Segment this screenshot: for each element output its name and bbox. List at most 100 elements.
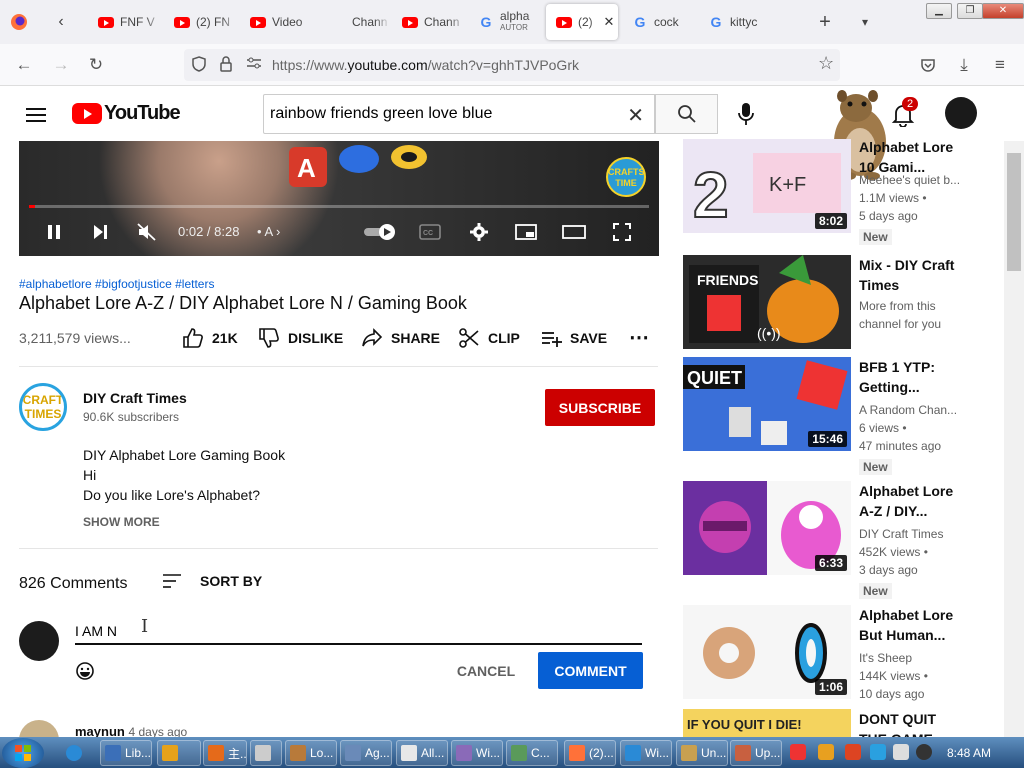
pause-icon[interactable]	[41, 219, 67, 245]
video-hashtags[interactable]: #alphabetlore #bigfootjustice #letters	[19, 277, 214, 291]
dislike-button[interactable]: DISLIKE	[258, 327, 343, 349]
browser-tab[interactable]: (2) ✕	[546, 4, 618, 40]
recommended-video[interactable]: 6:33 Alphabet Lore A-Z / DIY... DIY Craft …	[683, 481, 1013, 599]
like-button[interactable]: 21K	[182, 327, 238, 349]
recommended-video[interactable]: 2 K+F 8:02 Alphabet Lore 10 Gami... Meehee's…	[683, 139, 1013, 245]
recommended-title[interactable]: Alphabet Lore But Human...	[859, 605, 959, 645]
recommended-title[interactable]: BFB 1 YTP: Getting...	[859, 357, 959, 397]
tray-flag-icon[interactable]	[845, 744, 861, 760]
microphone-icon[interactable]	[734, 101, 758, 127]
minimize-icon[interactable]: ▁	[926, 3, 952, 19]
more-actions-icon[interactable]: ⋯	[629, 325, 649, 350]
app-menu-icon[interactable]: ≡	[988, 53, 1012, 77]
close-tab-icon[interactable]: ✕	[600, 14, 618, 30]
taskbar-window[interactable]: C...	[506, 740, 558, 766]
taskbar-window[interactable]: Ag...	[340, 740, 392, 766]
video-thumbnail[interactable]: IF YOU QUIT I DIE!	[683, 709, 851, 737]
url-text[interactable]: https://www.youtube.com/watch?v=ghhTJVPo…	[272, 57, 579, 73]
taskbar-window[interactable]: All...	[396, 740, 448, 766]
search-button[interactable]	[655, 94, 718, 134]
recommended-video[interactable]: 1:06 Alphabet Lore But Human... It's Sheep…	[683, 605, 1013, 705]
taskbar-window[interactable]	[157, 740, 201, 766]
recommended-channel[interactable]: Meehee's quiet b...	[859, 171, 959, 189]
browser-tab[interactable]: Video	[240, 4, 318, 40]
taskbar-window[interactable]: (2)...	[564, 740, 616, 766]
lock-icon[interactable]	[220, 56, 232, 75]
url-bar[interactable]: https://www.youtube.com/watch?v=ghhTJVPo…	[184, 49, 840, 81]
tray-display-icon[interactable]	[893, 744, 909, 760]
recommended-video[interactable]: IF YOU QUIT I DIE! DONT QUIT THE GAME	[683, 709, 1013, 737]
theater-mode-icon[interactable]	[561, 219, 587, 245]
clip-button[interactable]: CLIP	[458, 327, 520, 349]
taskbar-window[interactable]: Up...	[730, 740, 782, 766]
video-thumbnail[interactable]: 6:33	[683, 481, 851, 575]
chapter-button[interactable]: • A ›	[257, 224, 280, 239]
browser-tab[interactable]: Gkittyc	[698, 4, 776, 40]
clear-search-icon[interactable]: ✕	[627, 103, 644, 128]
comment-submit-button[interactable]: COMMENT	[538, 652, 643, 689]
taskbar-window[interactable]	[250, 740, 282, 766]
bookmark-star-icon[interactable]: ☆	[818, 53, 834, 74]
browser-tab[interactable]: FNF V	[88, 4, 162, 40]
new-tab-icon[interactable]: +	[810, 7, 840, 37]
list-tabs-icon[interactable]: ▾	[850, 7, 880, 37]
cancel-button[interactable]: CANCEL	[447, 653, 525, 688]
search-input[interactable]	[264, 95, 604, 133]
maximize-icon[interactable]: ❐	[957, 3, 983, 19]
emoji-icon[interactable]	[75, 661, 95, 681]
progress-bar[interactable]	[29, 205, 649, 208]
forward-icon[interactable]: →	[49, 53, 73, 77]
tray-search-icon[interactable]	[818, 744, 834, 760]
recommended-title[interactable]: Alphabet Lore A-Z / DIY...	[859, 481, 959, 521]
browser-tab[interactable]: Chann	[320, 4, 390, 40]
taskbar-window[interactable]: 主...	[203, 740, 247, 766]
channel-watermark[interactable]: CRAFTS TIME	[606, 157, 646, 197]
browser-tab[interactable]: (2) FN	[164, 4, 238, 40]
tray-network-icon[interactable]	[870, 744, 886, 760]
scrollbar-thumb[interactable]	[1007, 153, 1021, 271]
settings-gear-icon[interactable]	[466, 219, 492, 245]
miniplayer-icon[interactable]	[513, 219, 539, 245]
browser-tab[interactable]: Galpha AUTOR	[468, 4, 544, 40]
recommended-channel[interactable]: It's Sheep	[859, 649, 959, 667]
recommended-video[interactable]: FRIENDS ((•)) Mix - DIY Craft Times More fr…	[683, 255, 1013, 355]
autoplay-toggle[interactable]	[363, 219, 399, 245]
taskbar-window[interactable]: Un...	[676, 740, 728, 766]
pocket-icon[interactable]	[916, 53, 940, 77]
taskbar-window[interactable]: Wi...	[451, 740, 503, 766]
video-player[interactable]: A CRAFTS TIME 0:02 / 8:28 • A › CC	[19, 141, 659, 256]
recommended-title[interactable]: DONT QUIT THE GAME	[859, 709, 959, 737]
reload-icon[interactable]: ↻	[84, 53, 108, 77]
save-button[interactable]: SAVE	[540, 327, 607, 349]
recommended-channel[interactable]: DIY Craft Times	[859, 525, 959, 543]
comment-input[interactable]	[75, 619, 642, 645]
youtube-logo[interactable]: YouTube	[72, 102, 181, 125]
browser-tab[interactable]: Gcock	[622, 4, 696, 40]
ie-pinned-icon[interactable]	[62, 740, 90, 766]
next-icon[interactable]	[87, 219, 113, 245]
downloads-icon[interactable]: ⤓	[952, 53, 976, 77]
show-more-button[interactable]: SHOW MORE	[83, 515, 160, 529]
video-thumbnail[interactable]: 2 K+F 8:02	[683, 139, 851, 233]
tracking-shield-icon[interactable]	[192, 56, 206, 75]
video-thumbnail[interactable]: QUIET 15:46	[683, 357, 851, 451]
close-window-icon[interactable]: ✕	[982, 3, 1024, 19]
tray-antivirus-icon[interactable]	[790, 744, 806, 760]
recommended-channel[interactable]: A Random Chan...	[859, 401, 959, 419]
permissions-icon[interactable]	[246, 56, 262, 73]
channel-name[interactable]: DIY Craft Times	[83, 390, 187, 406]
fullscreen-icon[interactable]	[609, 219, 635, 245]
recommended-title[interactable]: Mix - DIY Craft Times	[859, 255, 959, 295]
taskbar-window[interactable]: Lib...	[100, 740, 152, 766]
video-thumbnail[interactable]: FRIENDS ((•))	[683, 255, 851, 349]
tab-scroll-left-icon[interactable]: ‹	[46, 7, 76, 37]
page-scrollbar[interactable]	[1004, 141, 1024, 737]
subscribe-button[interactable]: SUBSCRIBE	[545, 389, 655, 426]
view-count[interactable]: 3,211,579 views...	[19, 330, 131, 346]
recommended-video[interactable]: QUIET 15:46 BFB 1 YTP: Getting... A Random …	[683, 357, 1013, 475]
back-icon[interactable]: ←	[12, 53, 36, 77]
share-button[interactable]: SHARE	[361, 327, 440, 349]
account-avatar[interactable]	[945, 97, 977, 129]
channel-avatar[interactable]: CRAFT TIMES	[19, 383, 67, 431]
browser-tab[interactable]: Chann	[392, 4, 466, 40]
